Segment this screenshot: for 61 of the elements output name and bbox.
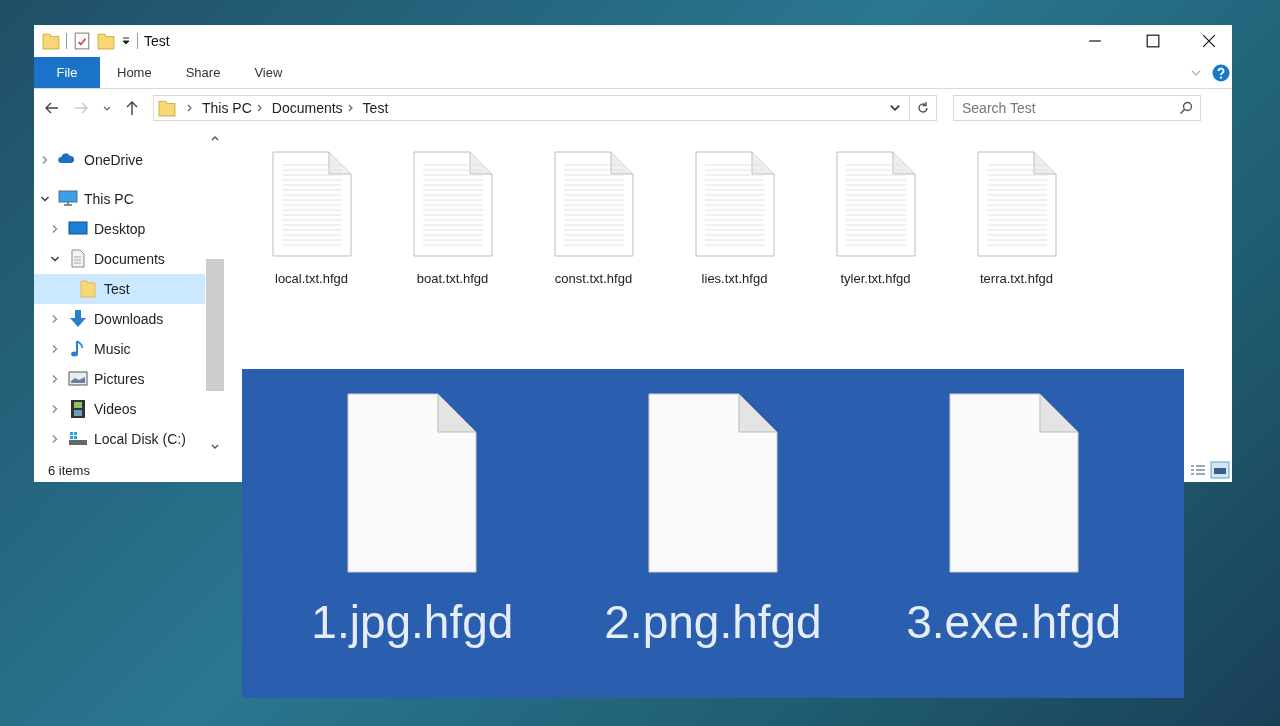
search-icon[interactable]	[1179, 101, 1193, 115]
ribbon-tab[interactable]: View	[237, 57, 300, 88]
file-name[interactable]: local.txt.hfgd	[275, 271, 348, 286]
file-name[interactable]: const.txt.hfgd	[554, 271, 633, 286]
breadcrumb[interactable]: Test	[362, 100, 389, 116]
tree-item[interactable]: OneDrive	[34, 145, 205, 175]
checklist-icon[interactable]	[73, 31, 91, 51]
back-arrow-icon[interactable]	[44, 100, 60, 116]
file-name: 2.png.hfgd	[604, 595, 822, 649]
chevron-down-icon[interactable]	[50, 254, 60, 264]
chevron-right-icon[interactable]	[50, 404, 60, 414]
chevron-down-icon[interactable]	[40, 194, 50, 204]
file-menu-tab[interactable]: File	[34, 57, 100, 88]
folder-icon	[78, 279, 98, 299]
tree-item[interactable]: Videos	[34, 394, 205, 424]
file-icon	[347, 393, 478, 573]
up-arrow-icon[interactable]	[124, 100, 140, 116]
chevron-right-icon[interactable]	[40, 155, 50, 165]
chevron-right-icon[interactable]	[50, 374, 60, 384]
tree-item[interactable]: Pictures	[34, 364, 205, 394]
file-name[interactable]: boat.txt.hfgd	[416, 271, 489, 286]
file-icon	[948, 393, 1079, 573]
search-field[interactable]: Search Test	[953, 95, 1201, 121]
tree-item[interactable]: This PC	[34, 184, 205, 214]
scrollbar-thumb[interactable]	[206, 258, 224, 391]
file-name: 1.jpg.hfgd	[311, 595, 514, 649]
tree-item[interactable]: Test	[34, 274, 205, 304]
chevron-right-icon[interactable]	[50, 434, 60, 444]
picture-icon	[68, 369, 88, 389]
file-name[interactable]: tyler.txt.hfgd	[840, 271, 911, 286]
help-icon[interactable]	[1212, 63, 1230, 82]
file-icon	[648, 393, 778, 573]
chevron-right-icon[interactable]	[346, 103, 355, 113]
chevron-right-icon[interactable]	[50, 314, 60, 324]
file-name: 3.exe.hfgd	[906, 595, 1122, 649]
file-name[interactable]: terra.txt.hfgd	[980, 271, 1053, 286]
film-strip-icon	[68, 399, 88, 419]
address-bar[interactable]: This PC Documents Test	[153, 95, 937, 121]
chevron-right-icon[interactable]	[186, 103, 194, 113]
monitor-icon	[58, 189, 78, 209]
ribbon-tab[interactable]: Share	[168, 57, 238, 88]
details-view-icon[interactable]	[1190, 463, 1206, 477]
window-title: Test	[144, 33, 171, 49]
tree-item[interactable]: Music	[34, 334, 205, 364]
breadcrumb[interactable]: Documents	[271, 100, 343, 116]
breadcrumb[interactable]: This PC	[202, 100, 252, 116]
large-icons-view-icon[interactable]	[1210, 461, 1230, 479]
chevron-right-icon[interactable]	[50, 224, 60, 234]
dropdown-icon[interactable]	[121, 36, 131, 46]
tree-item[interactable]: Documents	[34, 244, 205, 274]
chevron-right-icon[interactable]	[255, 103, 264, 113]
tree-item[interactable]: Downloads	[34, 304, 205, 334]
item-count: 6 items	[48, 462, 91, 478]
tree-item[interactable]: Local Disk (C:)	[34, 424, 205, 454]
folder-icon	[158, 98, 176, 118]
tree-item[interactable]: Desktop	[34, 214, 205, 244]
document-icon	[68, 249, 88, 269]
down-arrow-icon	[68, 309, 88, 329]
file-name[interactable]: lies.txt.hfgd	[701, 271, 768, 286]
chevron-right-icon[interactable]	[50, 344, 60, 354]
ribbon-tab[interactable]: Home	[100, 57, 169, 88]
